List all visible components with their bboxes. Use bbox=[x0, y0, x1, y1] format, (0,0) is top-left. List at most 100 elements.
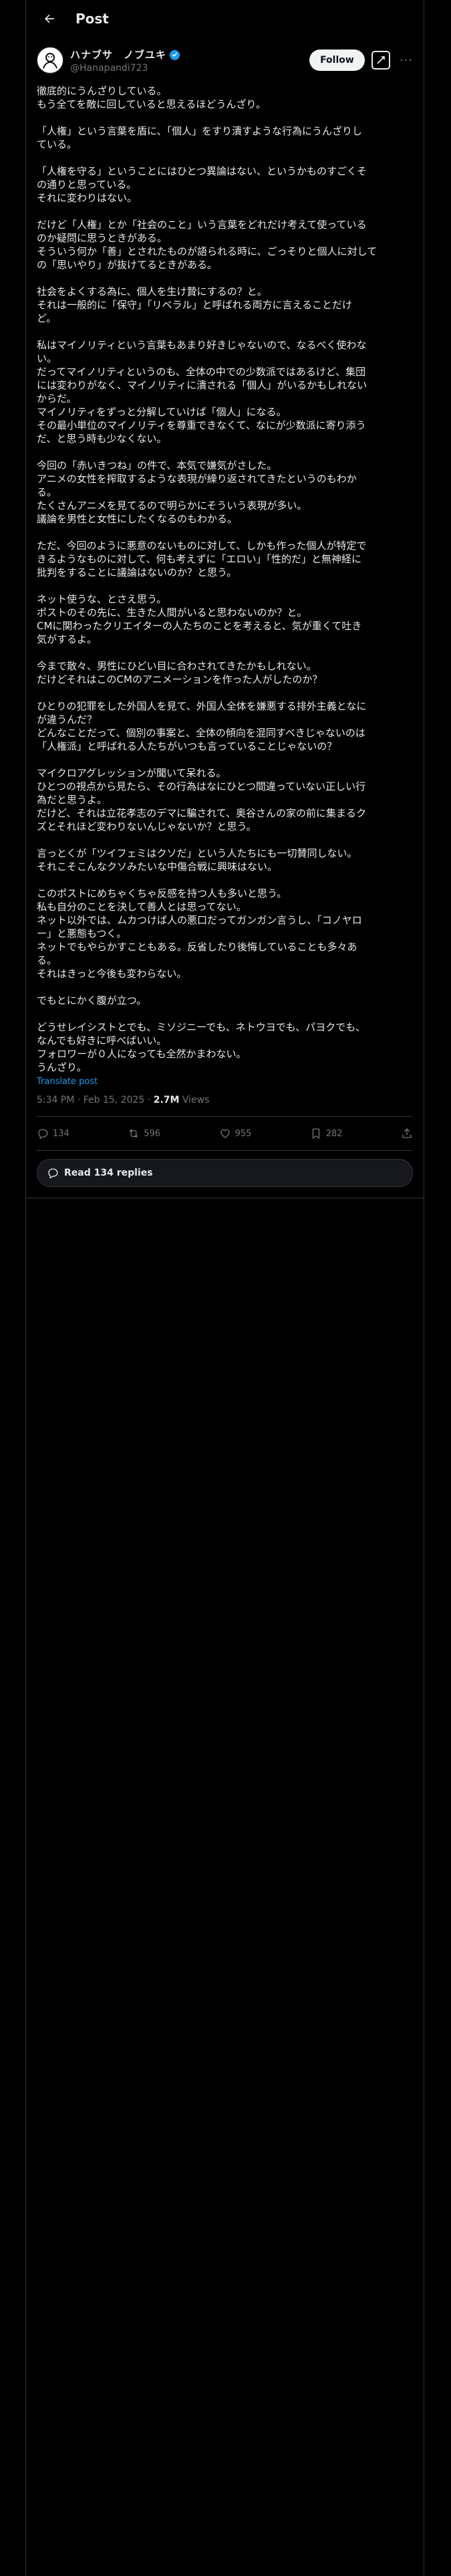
reply-count: 134 bbox=[53, 1128, 69, 1139]
post-paragraph: 「人権を守る」ということにはひとつ異論はない、というかものすごくそ の通りと思って… bbox=[37, 165, 413, 205]
reply-button[interactable]: 134 bbox=[37, 1128, 69, 1140]
views-count: 2.7M bbox=[153, 1095, 180, 1105]
post-paragraph: 社会をよくする為に、個人を生け贄にするの？と。 それは一般的に「保守」「リベラル」… bbox=[37, 285, 413, 325]
post-line: マイノリティをずっと分解していけば「個人」になる。 bbox=[37, 406, 287, 418]
repost-button[interactable]: 596 bbox=[128, 1128, 160, 1140]
avatar[interactable] bbox=[37, 47, 63, 74]
post-line: だってマイノリティというのも、全体の中での少数派ではあるけど、集団 bbox=[37, 366, 366, 378]
author-display-name[interactable]: ハナブサ ノブユキ bbox=[70, 47, 166, 62]
grok-icon bbox=[377, 56, 385, 64]
post-line: だけど「人権」とか「社会のこと」いう言葉をどれだけ考えて使っている bbox=[37, 219, 367, 231]
post-line: それこそこんなクソみたいな中傷合戦に興味はない。 bbox=[37, 861, 278, 873]
post-line: 社会をよくする為に、個人を生け贄にするの？と。 bbox=[37, 286, 267, 298]
post-line: 「人権」という言葉を盾に、「個人」をすり潰すような行為にうんざりし bbox=[37, 125, 363, 137]
post-paragraph: 「人権」という言葉を盾に、「個人」をすり潰すような行為にうんざりし ている。 bbox=[37, 124, 413, 151]
follow-button[interactable]: Follow bbox=[309, 49, 365, 71]
post-line: だけど、それは立花孝志のデマに騙されて、奥谷さんの家の前に集まるク bbox=[37, 807, 367, 819]
bookmark-button[interactable]: 282 bbox=[310, 1128, 343, 1140]
post-line: だけどそれはこのCMのアニメーションを作った人がしたのか？ bbox=[37, 673, 323, 685]
post-line: その最小単位のマイノリティを尊重できなくて、なにが少数派に寄り添う bbox=[37, 419, 366, 431]
post-line: 今回の「赤いきつね」の件で、本気で嫌気がさした。 bbox=[37, 459, 277, 471]
share-icon bbox=[402, 1128, 412, 1138]
post-line: ひとつの視点から見たら、その行為はなにひとつ間違っていない正しい行 bbox=[37, 780, 366, 792]
post-line: い。 bbox=[37, 352, 57, 364]
post-meta: 5:34 PM · Feb 15, 2025 · 2.7M Views bbox=[26, 1087, 424, 1105]
action-bar: 134 596 955 282 bbox=[26, 1117, 424, 1150]
post-line: ネット使うな、とさえ思う。 bbox=[37, 593, 167, 605]
reply-icon bbox=[38, 1129, 48, 1140]
author-row: ハナブサ ノブユキ @Hanapandi723 Follow ··· bbox=[26, 37, 424, 76]
author-handle[interactable]: @Hanapandi723 bbox=[70, 63, 309, 74]
post-paragraph: このポストにめちゃくちゃ反感を持つ人も多いと思う。 私も自分のことを決して善人とは… bbox=[37, 887, 413, 980]
read-replies-button[interactable]: Read 134 replies bbox=[37, 1159, 413, 1187]
post-line: には変わりがなく、マイノリティに潰される「個人」がいるかもしれない bbox=[37, 379, 367, 391]
post-line: 今まで散々、男性にひどい目に合わされてきたかもしれない。 bbox=[37, 660, 317, 672]
post-paragraph: 今回の「赤いきつね」の件で、本気で嫌気がさした。アニメの女性を搾取するような表現… bbox=[37, 459, 413, 526]
post-line: からだ。 bbox=[37, 393, 77, 405]
post-line: ている。 bbox=[37, 138, 78, 150]
post-line: 為だと思うよ。 bbox=[37, 794, 108, 806]
post-line: それは一般的に「保守」「リベラル」と呼ばれる両方に言えることだけ bbox=[37, 299, 353, 311]
post-paragraph: 今まで散々、男性にひどい目に合わされてきたかもしれない。 だけどそれはこのCMのア… bbox=[37, 659, 413, 686]
views-label: Views bbox=[179, 1095, 210, 1105]
bookmark-count: 282 bbox=[325, 1128, 343, 1139]
arrow-left-icon bbox=[45, 14, 54, 23]
post-line: でもとにかく腹が立つ。 bbox=[37, 994, 147, 1006]
back-button[interactable] bbox=[38, 7, 61, 30]
post-line: 私も自分のことを決して善人とは思ってない。 bbox=[37, 901, 247, 913]
post-text: 徹底的にうんざりしている。 もう全てを敵に回していると思えるほどうんざり。 「人権」… bbox=[26, 76, 424, 1074]
translate-post-link[interactable]: Translate post bbox=[26, 1074, 424, 1087]
post-line: る。 bbox=[37, 486, 57, 498]
post-line: 「人権を守る」ということにはひとつ異論はない、というかものすごくそ bbox=[37, 165, 367, 177]
grok-button[interactable] bbox=[371, 51, 390, 70]
top-bar: Post bbox=[26, 0, 424, 37]
post-line: の「思いやり」が抜けてるときがある。 bbox=[37, 259, 218, 271]
post-paragraph: ただ、今回のように悪意のないものに対して、しかも作った個人が特定で きるようなもの… bbox=[37, 539, 413, 579]
post-line: だ、と思う時も少なくない。 bbox=[37, 433, 167, 445]
post-paragraph: だけど「人権」とか「社会のこと」いう言葉をどれだけ考えて使っている のか疑問に思う… bbox=[37, 218, 413, 272]
more-options-icon[interactable]: ··· bbox=[400, 53, 413, 68]
post-line: ただ、今回のように悪意のないものに対して、しかも作った個人が特定で bbox=[37, 540, 367, 552]
post-line: たくさんアニメを見てるので明らかにそういう表現が多い。 bbox=[37, 500, 307, 512]
post-paragraph: マイクロアグレッションが聞いて呆れる。 ひとつの視点から見たら、その行為はなにひと… bbox=[37, 766, 413, 833]
verified-badge-icon bbox=[169, 49, 180, 60]
post-paragraph: どうせレイシストとでも、ミソジニーでも、ネトウヨでも、パヨクでも、 なんでも好きに… bbox=[37, 1021, 413, 1074]
post-line: フォロワーが０人になっても全然かまわない。 bbox=[37, 1048, 247, 1060]
post-line: ズとそれほど変わりないんじゃないか？と思う。 bbox=[37, 821, 257, 833]
post-paragraph: 徹底的にうんざりしている。 もう全てを敵に回していると思えるほどうんざり。 bbox=[37, 84, 413, 111]
like-button[interactable]: 955 bbox=[219, 1128, 252, 1140]
like-count: 955 bbox=[235, 1128, 252, 1139]
post-line: マイクロアグレッションが聞いて呆れる。 bbox=[37, 767, 227, 779]
post-line: きるようなものに対して、何も考えずに「エロい」「性的だ」と無神経に bbox=[37, 553, 362, 565]
post-paragraph: ひとりの犯罪をした外国人を見て、外国人全体を嫌悪する排外主義となに が違うんだ？ど… bbox=[37, 700, 413, 753]
post-paragraph: 私はマイノリティという言葉もあまり好きじゃないので、なるべく使わな い。 だってマイ… bbox=[37, 338, 413, 445]
post-line: アニメの女性を搾取するような表現が繰り返されてきたというのもわか bbox=[37, 473, 357, 485]
post-line: 批判をすることに議論はないのか？と思う。 bbox=[37, 566, 237, 578]
post-paragraph: でもとにかく腹が立つ。 bbox=[37, 994, 413, 1007]
post-line: が違うんだ？ bbox=[37, 714, 98, 726]
post-paragraph: 言っとくが「ツイフェミはクソだ」という人たちにも一切賛同しない。 それこそこんなク… bbox=[37, 847, 413, 873]
bookmark-icon bbox=[312, 1128, 319, 1140]
post-line: ど。 bbox=[37, 312, 57, 324]
main-column: Post ハナブサ ノブユキ @Hanapandi723 Follow ··· … bbox=[25, 0, 424, 2576]
post-line: そういう何か「善」とされたものが語られる時に、ごっそりと個人に対して bbox=[37, 245, 378, 257]
post-paragraph: ネット使うな、とさえ思う。 ポストのその先に、生きた人間がいると思わないのか？と。… bbox=[37, 593, 413, 646]
post-line: る。 bbox=[37, 954, 57, 966]
post-line: 言っとくが「ツイフェミはクソだ」という人たちにも一切賛同しない。 bbox=[37, 847, 357, 859]
share-button[interactable] bbox=[401, 1128, 413, 1140]
post-line: それに変わりはない。 bbox=[37, 192, 138, 204]
repost-count: 596 bbox=[144, 1128, 161, 1139]
post-line: もう全てを敵に回していると思えるほどうんざり。 bbox=[37, 98, 267, 110]
post-line: なんでも好きに呼べばいい。 bbox=[37, 1035, 167, 1047]
author-names: ハナブサ ノブユキ @Hanapandi723 bbox=[70, 47, 309, 74]
post-timestamp[interactable]: 5:34 PM · Feb 15, 2025 · bbox=[37, 1095, 154, 1105]
divider bbox=[37, 1150, 413, 1151]
heart-icon bbox=[220, 1129, 230, 1138]
post-line: 気がするよ。 bbox=[37, 633, 98, 645]
post-line: どんなことだって、個別の事案と、全体の傾向を混同すべきじゃないのは bbox=[37, 727, 365, 739]
post-line: ネット以外では、ムカつけば人の悪口だってガンガン言うし、「コノヤロ bbox=[37, 914, 362, 926]
post-line: 議論を男性と女性にしたくなるのもわかる。 bbox=[37, 513, 238, 525]
post-line: 徹底的にうんざりしている。 bbox=[37, 85, 167, 97]
post-line: うんざり。 bbox=[37, 1061, 87, 1073]
post-line: どうせレイシストとでも、ミソジニーでも、ネトウヨでも、パヨクでも、 bbox=[37, 1021, 365, 1033]
